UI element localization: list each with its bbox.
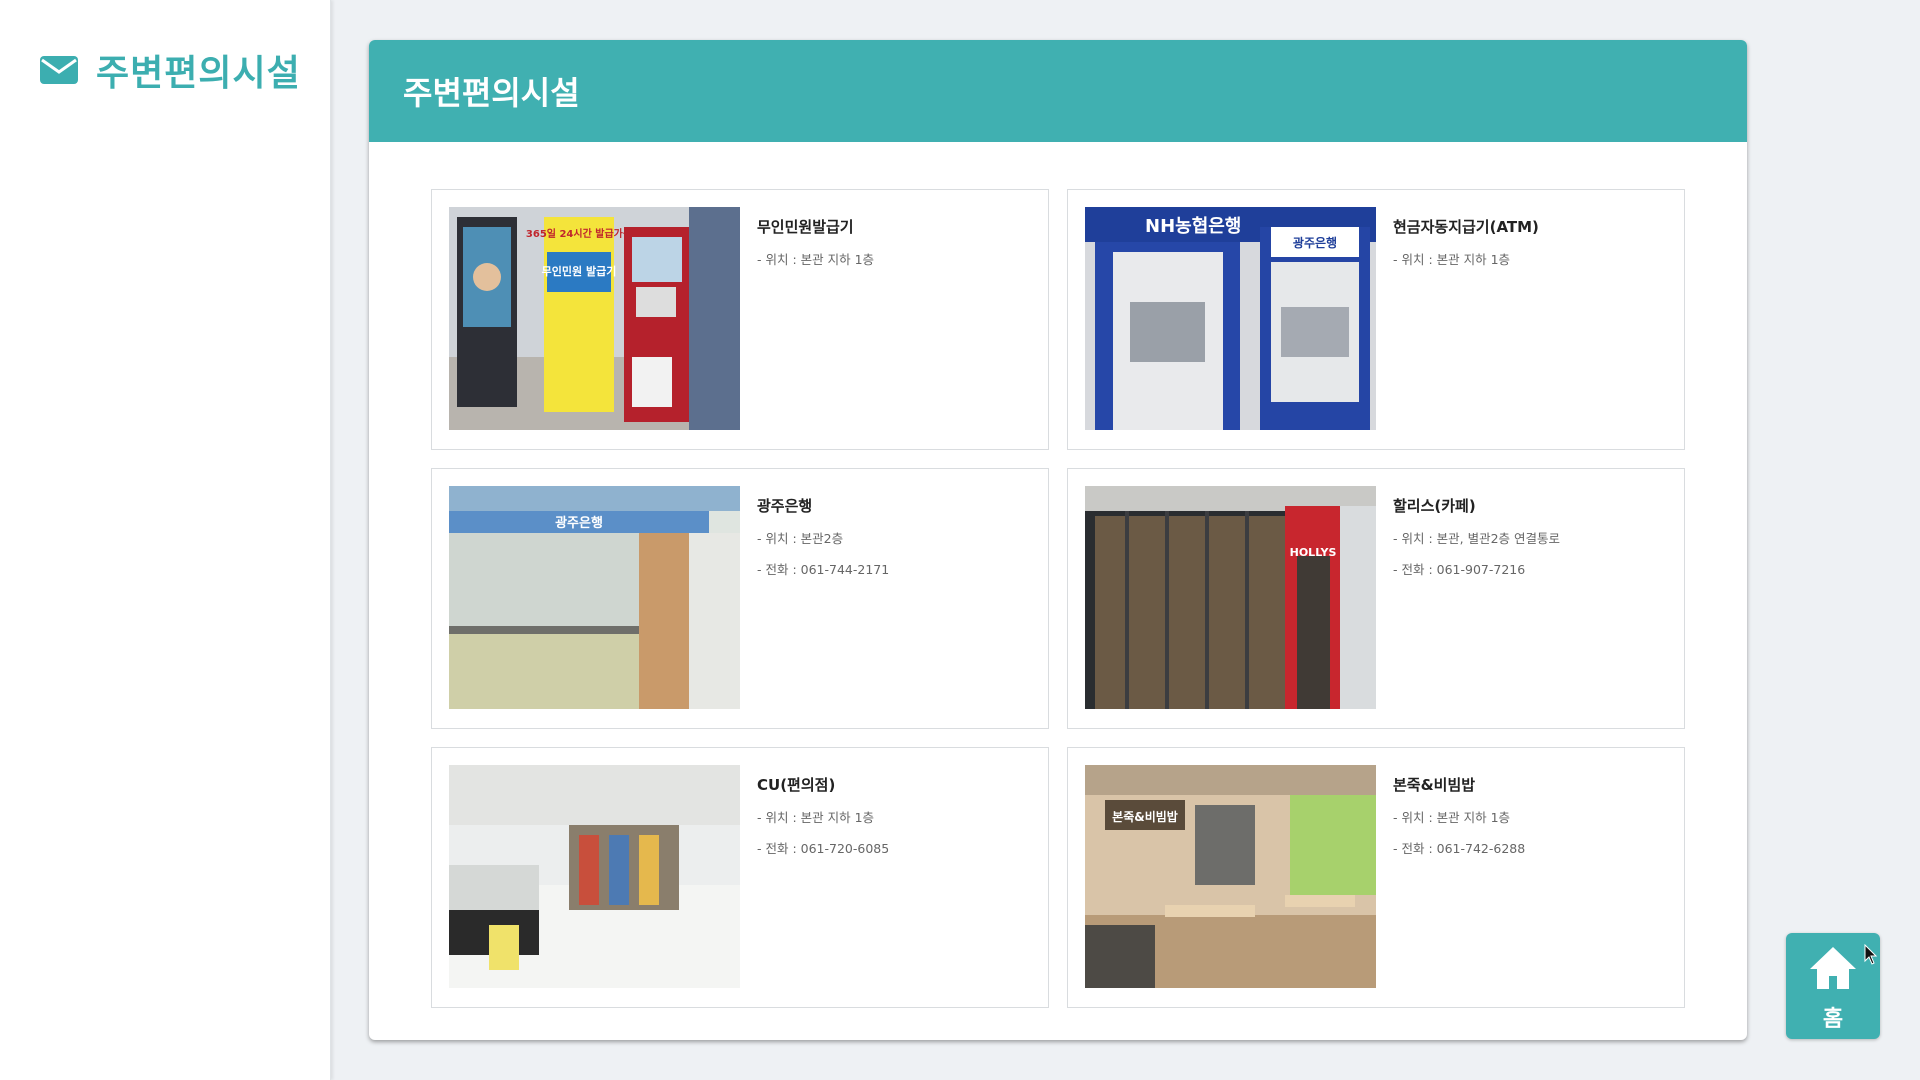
facility-card-restaurant[interactable]: 본죽&비빔밥 본죽&비빔밥 - 위치 : 본관 지하 1층 - 전화 : 061… xyxy=(1067,747,1685,1008)
atm-sign-gj: 광주은행 xyxy=(1293,235,1337,250)
facility-info: 본죽&비빔밥 - 위치 : 본관 지하 1층 - 전화 : 061-742-62… xyxy=(1393,774,1674,869)
bank-photo: 광주은행 xyxy=(449,486,740,709)
atm-sign-nh: NH농협은행 xyxy=(1145,215,1241,237)
sidebar-title[interactable]: 주변편의시설 xyxy=(40,44,301,96)
sidebar-title-label: 주변편의시설 xyxy=(96,53,301,94)
facilities-panel: 주변편의시설 365일 24시간 발급가능 무인민원 발급기 무인민원발급기 -… xyxy=(369,40,1747,1040)
store-photo xyxy=(449,765,740,988)
facility-name: 무인민원발급기 xyxy=(757,218,854,236)
page-title: 주변편의시설 xyxy=(403,74,580,112)
mouse-cursor-icon xyxy=(1864,944,1878,965)
facility-name: 본죽&비빔밥 xyxy=(1393,776,1476,794)
facility-location: - 위치 : 본관, 별관2층 연결통로 xyxy=(1393,531,1561,546)
facility-phone: - 전화 : 061-907-7216 xyxy=(1393,562,1526,577)
facility-info: CU(편의점) - 위치 : 본관 지하 1층 - 전화 : 061-720-6… xyxy=(757,774,1038,869)
facility-info: 할리스(카페) - 위치 : 본관, 별관2층 연결통로 - 전화 : 061-… xyxy=(1393,495,1674,590)
sidebar: 주변편의시설 xyxy=(0,0,331,1080)
facility-location: - 위치 : 본관 지하 1층 xyxy=(1393,252,1511,267)
atm-photo: NH농협은행 광주은행 xyxy=(1085,207,1376,430)
cafe-sign: HOLLYS xyxy=(1290,546,1337,559)
facility-card-cafe[interactable]: HOLLYS 할리스(카페) - 위치 : 본관, 별관2층 연결통로 - 전화… xyxy=(1067,468,1685,729)
kiosk-banner-text: 365일 24시간 발급가능 xyxy=(526,227,632,240)
home-button-label: 홈 xyxy=(1822,1007,1844,1032)
facility-name: CU(편의점) xyxy=(757,776,836,794)
facility-phone: - 전화 : 061-720-6085 xyxy=(757,841,890,856)
facility-card-atm[interactable]: NH농협은행 광주은행 현금자동지급기(ATM) - 위치 : 본관 지하 1층 xyxy=(1067,189,1685,450)
cafe-photo: HOLLYS xyxy=(1085,486,1376,709)
bank-sign: 광주은행 xyxy=(555,515,603,531)
home-icon xyxy=(1810,947,1856,989)
facility-grid: 365일 24시간 발급가능 무인민원 발급기 무인민원발급기 - 위치 : 본… xyxy=(431,189,1685,1008)
facility-info: 무인민원발급기 - 위치 : 본관 지하 1층 xyxy=(757,216,1038,280)
mail-icon xyxy=(40,56,78,84)
facility-info: 광주은행 - 위치 : 본관2층 - 전화 : 061-744-2171 xyxy=(757,495,1038,590)
facility-name: 광주은행 xyxy=(757,497,813,515)
facility-card-store[interactable]: CU(편의점) - 위치 : 본관 지하 1층 - 전화 : 061-720-6… xyxy=(431,747,1049,1008)
facility-location: - 위치 : 본관2층 xyxy=(757,531,844,546)
facility-name: 현금자동지급기(ATM) xyxy=(1393,218,1539,236)
facility-info: 현금자동지급기(ATM) - 위치 : 본관 지하 1층 xyxy=(1393,216,1674,280)
kiosk-photo: 365일 24시간 발급가능 무인민원 발급기 xyxy=(449,207,740,430)
facility-card-bank[interactable]: 광주은행 광주은행 - 위치 : 본관2층 - 전화 : 061-744-217… xyxy=(431,468,1049,729)
facility-name: 할리스(카페) xyxy=(1393,497,1476,515)
facility-location: - 위치 : 본관 지하 1층 xyxy=(757,810,875,825)
kiosk-banner-text-2: 무인민원 발급기 xyxy=(542,264,617,278)
facility-card-kiosk[interactable]: 365일 24시간 발급가능 무인민원 발급기 무인민원발급기 - 위치 : 본… xyxy=(431,189,1049,450)
restaurant-photo: 본죽&비빔밥 xyxy=(1085,765,1376,988)
panel-header: 주변편의시설 xyxy=(369,40,1747,142)
restaurant-sign: 본죽&비빔밥 xyxy=(1112,809,1178,824)
facility-phone: - 전화 : 061-744-2171 xyxy=(757,562,890,577)
facility-location: - 위치 : 본관 지하 1층 xyxy=(1393,810,1511,825)
facility-phone: - 전화 : 061-742-6288 xyxy=(1393,841,1526,856)
facility-location: - 위치 : 본관 지하 1층 xyxy=(757,252,875,267)
